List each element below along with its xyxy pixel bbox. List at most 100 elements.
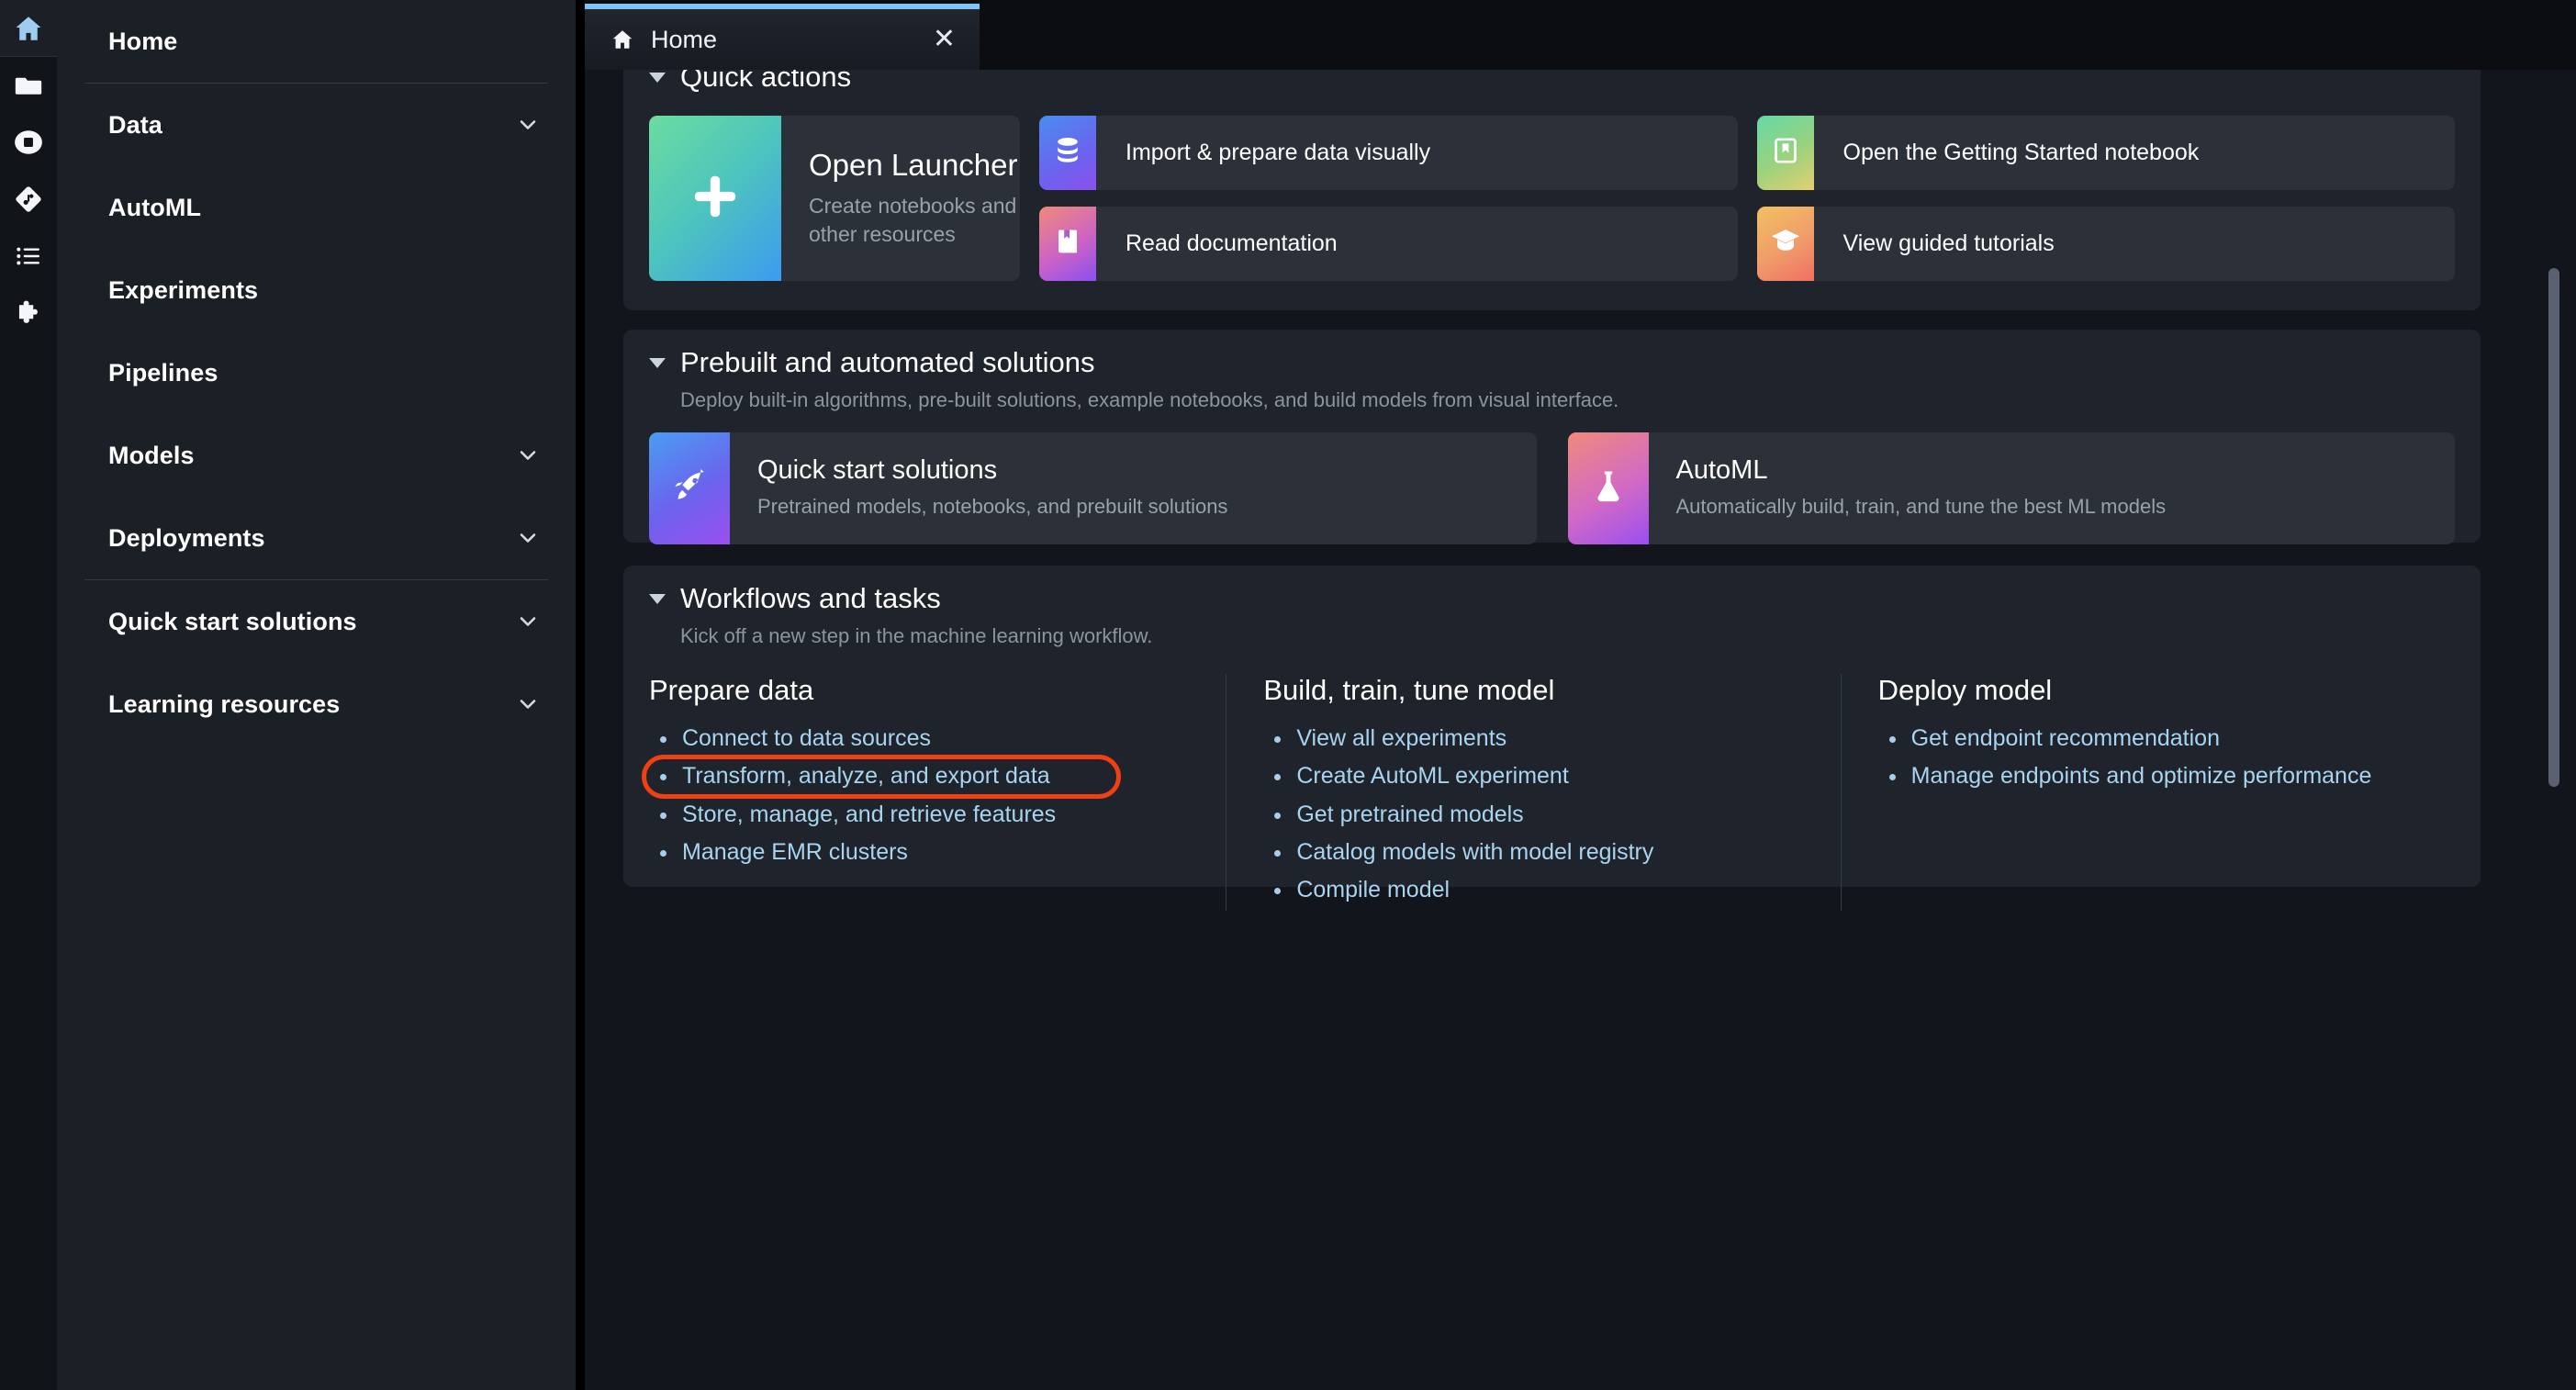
- tutorials-thumb: [1756, 207, 1814, 281]
- documentation-thumb: [1039, 207, 1096, 281]
- list-item: Transform, analyze, and export data: [642, 755, 1198, 800]
- chevron-down-icon: [515, 443, 541, 468]
- list-item: Connect to data sources: [649, 722, 1198, 759]
- launcher-thumb: [649, 116, 781, 281]
- caret-down-icon: [649, 357, 666, 368]
- card-label: Import & prepare data visually: [1126, 139, 1431, 165]
- column-title: Build, train, tune model: [1263, 674, 1555, 706]
- home-icon: [610, 28, 634, 51]
- tab-home[interactable]: Home ✕: [585, 4, 980, 70]
- workflow-link-list: View all experiments Create AutoML exper…: [1263, 722, 1812, 911]
- sidebar-item-automl[interactable]: AutoML: [81, 166, 552, 249]
- quick-actions-column-2: Open the Getting Started notebook View g…: [1756, 116, 2455, 281]
- close-icon[interactable]: ✕: [933, 26, 956, 53]
- card-label: Read documentation: [1126, 230, 1338, 256]
- section-title: Workflows and tasks: [680, 582, 941, 614]
- workflows-header[interactable]: Workflows and tasks: [623, 566, 2481, 615]
- quick-start-thumb: [649, 432, 730, 544]
- app-root: Home Data AutoML Experiments Pipelines M…: [0, 0, 2576, 1390]
- card-subtitle: Automatically build, train, and tune the…: [1675, 495, 2167, 519]
- sidebar-item-quick-start-solutions[interactable]: Quick start solutions: [81, 580, 552, 663]
- sidebar-item-experiments[interactable]: Experiments: [81, 249, 552, 331]
- scrollbar-track[interactable]: [2548, 140, 2559, 1390]
- launcher-body: Open Launcher Create notebooks and other…: [781, 116, 1020, 281]
- sidebar-item-label: Learning resources: [108, 689, 341, 718]
- list-icon: [14, 241, 43, 271]
- column-title: Deploy model: [1877, 674, 2053, 706]
- card-subtitle: Pretrained models, notebooks, and prebui…: [757, 495, 1228, 519]
- workflows-panel: Workflows and tasks Kick off a new step …: [623, 566, 2481, 912]
- quick-actions-header[interactable]: Quick actions: [623, 70, 2481, 94]
- rail-item-table-of-contents[interactable]: [0, 228, 57, 285]
- sidebar-item-label: Models: [108, 441, 195, 469]
- sidebar-item-home[interactable]: Home: [81, 0, 552, 83]
- sidebar-item-label: Data: [108, 110, 162, 139]
- main-area: Home ✕ Quick actions Open Launcher Creat…: [585, 0, 2576, 1390]
- plus-icon: [687, 168, 744, 230]
- sidebar-item-data[interactable]: Data: [81, 84, 552, 166]
- scrollbar-thumb[interactable]: [2548, 268, 2559, 787]
- card-label: View guided tutorials: [1842, 230, 2055, 256]
- sidebar-item-label: AutoML: [108, 193, 202, 221]
- guided-tutorials-card[interactable]: View guided tutorials: [1756, 207, 2455, 281]
- chevron-down-icon: [515, 525, 541, 551]
- workflow-link[interactable]: Manage endpoints and optimize performanc…: [1911, 763, 2372, 789]
- workflow-column-build-train-tune: Build, train, tune model View all experi…: [1226, 674, 1840, 912]
- chevron-down-icon: [515, 609, 541, 634]
- section-subtitle: Deploy built-in algorithms, pre-built so…: [680, 388, 1619, 411]
- workflow-link[interactable]: Store, manage, and retrieve features: [682, 801, 1056, 827]
- getting-started-notebook-card[interactable]: Open the Getting Started notebook: [1756, 116, 2455, 190]
- tab-label: Home: [651, 25, 718, 53]
- rail-item-home[interactable]: [0, 0, 57, 57]
- caret-down-icon: [649, 593, 666, 604]
- card-label: Open the Getting Started notebook: [1842, 139, 2200, 165]
- graduation-cap-icon: [1769, 225, 1802, 263]
- launcher-subtitle: Create notebooks and other resources: [809, 193, 1017, 246]
- rail-item-file-browser[interactable]: [0, 57, 57, 114]
- notebook-thumb: [1756, 116, 1814, 190]
- workflow-link[interactable]: Connect to data sources: [682, 725, 931, 751]
- workflow-link[interactable]: Catalog models with model registry: [1296, 839, 1653, 865]
- quick-start-body: Quick start solutions Pretrained models,…: [730, 432, 1249, 544]
- workflow-link[interactable]: Manage EMR clusters: [682, 839, 908, 865]
- quick-actions-grid: Open Launcher Create notebooks and other…: [623, 94, 2481, 281]
- list-item: View all experiments: [1263, 722, 1812, 759]
- flask-icon: [1589, 467, 1628, 510]
- automl-thumb: [1567, 432, 1649, 544]
- workflow-column-prepare-data: Prepare data Connect to data sources Tra…: [642, 674, 1226, 911]
- book-icon: [1052, 226, 1083, 262]
- automl-card[interactable]: AutoML Automatically build, train, and t…: [1567, 432, 2455, 544]
- quick-start-solutions-card[interactable]: Quick start solutions Pretrained models,…: [649, 432, 1537, 544]
- workflow-link[interactable]: Get pretrained models: [1296, 801, 1523, 827]
- sidebar: Home Data AutoML Experiments Pipelines M…: [57, 0, 576, 1390]
- workflow-link[interactable]: Create AutoML experiment: [1296, 763, 1568, 789]
- rail-item-git[interactable]: [0, 171, 57, 228]
- workflow-column-deploy-model: Deploy model Get endpoint recommendation…: [1840, 674, 2455, 912]
- list-item: Compile model: [1263, 873, 1812, 911]
- sidebar-item-pipelines[interactable]: Pipelines: [81, 331, 552, 414]
- list-item: Catalog models with model registry: [1263, 835, 1812, 873]
- import-prepare-data-card[interactable]: Import & prepare data visually: [1039, 116, 1738, 190]
- list-item: Manage EMR clusters: [649, 835, 1198, 873]
- automl-body: AutoML Automatically build, train, and t…: [1649, 432, 2189, 544]
- sidebar-item-models[interactable]: Models: [81, 414, 552, 497]
- rail-item-running-terminals[interactable]: [0, 114, 57, 171]
- workflow-link[interactable]: Get endpoint recommendation: [1911, 725, 2220, 751]
- sidebar-item-deployments[interactable]: Deployments: [81, 497, 552, 579]
- quick-actions-mini-grid: Import & prepare data visually Read docu…: [1039, 116, 2455, 281]
- rocket-icon: [669, 466, 710, 511]
- prebuilt-header[interactable]: Prebuilt and automated solutions: [623, 330, 2481, 379]
- sidebar-item-learning-resources[interactable]: Learning resources: [81, 663, 552, 745]
- workflow-link[interactable]: Compile model: [1296, 877, 1450, 902]
- caret-down-icon: [649, 72, 666, 83]
- sidebar-item-label: Deployments: [108, 523, 265, 552]
- open-launcher-card[interactable]: Open Launcher Create notebooks and other…: [649, 116, 1020, 281]
- workflow-link[interactable]: Transform, analyze, and export data: [682, 763, 1050, 789]
- rail-item-extensions[interactable]: [0, 285, 57, 342]
- section-subtitle: Kick off a new step in the machine learn…: [680, 624, 1153, 647]
- stop-circle-icon: [13, 127, 44, 158]
- bookmark-icon: [1770, 135, 1801, 171]
- column-title: Prepare data: [649, 674, 814, 706]
- read-documentation-card[interactable]: Read documentation: [1039, 207, 1738, 281]
- workflow-link[interactable]: View all experiments: [1296, 725, 1506, 751]
